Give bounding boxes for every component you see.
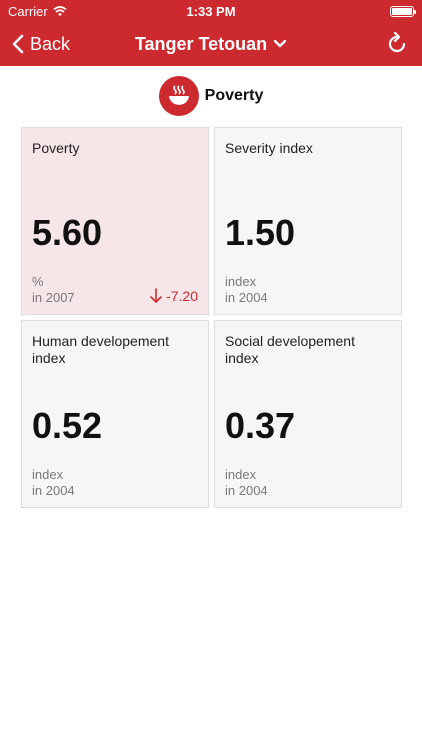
card-value: 1.50 — [225, 212, 296, 253]
indicator-card-social-development-index[interactable]: Social developement index 0.37 index in … — [214, 320, 402, 508]
carrier-group: Carrier — [8, 4, 67, 19]
down-arrow-icon — [150, 288, 162, 303]
wifi-icon — [53, 5, 67, 16]
region-selector[interactable]: Tanger Tetouan — [135, 34, 287, 55]
card-unit: index — [32, 467, 64, 482]
card-title: Human developement index — [32, 333, 169, 366]
card-title: Severity index — [225, 140, 313, 156]
card-title: Poverty — [32, 140, 80, 156]
card-value: 0.52 — [32, 405, 103, 446]
card-value: 5.60 — [32, 212, 103, 253]
section-header: Poverty — [0, 76, 422, 116]
indicator-card-human-development-index[interactable]: Human developement index 0.52 index in 2… — [21, 320, 209, 508]
region-title: Tanger Tetouan — [134, 33, 268, 54]
nav-bar: Back Tanger Tetouan — [0, 22, 422, 66]
card-year: in 2004 — [225, 290, 268, 305]
card-year: in 2004 — [225, 483, 268, 498]
indicator-grid: Poverty 5.60 % in 2007 -7.20 Severity in… — [0, 127, 422, 508]
battery-icon — [390, 5, 416, 17]
card-title: Social developement index — [225, 333, 355, 366]
battery-fill — [392, 7, 412, 15]
card-year: in 2004 — [32, 483, 75, 498]
card-year: in 2007 — [32, 290, 75, 305]
card-unit: index — [225, 467, 257, 482]
nav-title-group: Tanger Tetouan — [0, 34, 422, 55]
indicator-card-severity-index[interactable]: Severity index 1.50 index in 2004 — [214, 127, 402, 315]
card-change-value: -7.20 — [166, 288, 198, 304]
status-bar: Carrier 1:33 PM — [0, 0, 422, 22]
soup-bowl-icon — [158, 76, 199, 116]
section-title: Poverty — [204, 87, 264, 104]
carrier-label: Carrier — [8, 3, 48, 19]
card-change: -7.20 — [150, 288, 198, 304]
app-header: Carrier 1:33 PM Back Tanger Tetouan — [0, 0, 422, 66]
indicator-card-poverty[interactable]: Poverty 5.60 % in 2007 -7.20 — [21, 127, 209, 315]
chevron-down-icon — [273, 39, 287, 48]
card-value: 0.37 — [225, 405, 296, 446]
card-unit: index — [225, 274, 257, 289]
card-unit: % — [32, 274, 44, 289]
